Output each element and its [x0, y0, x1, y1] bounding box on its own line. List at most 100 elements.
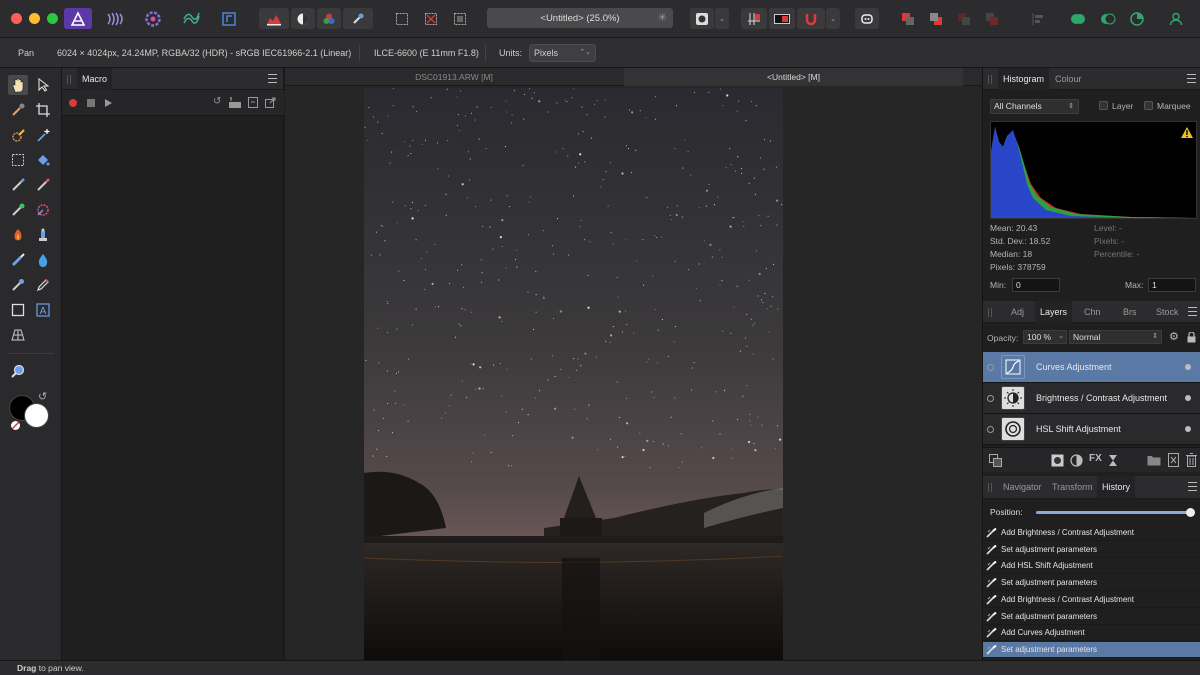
history-item[interactable]: Set adjustment parameters [983, 575, 1200, 592]
tab-colour[interactable]: Colour [1050, 68, 1087, 90]
panel-grip-icon[interactable] [988, 308, 992, 317]
layer-row[interactable]: HSL Shift Adjustment [983, 414, 1200, 445]
add-to-library-icon[interactable] [229, 97, 241, 108]
pixel-tool-icon[interactable] [33, 175, 53, 195]
panel-menu-icon[interactable] [1188, 307, 1197, 316]
account-icon[interactable] [1165, 8, 1187, 29]
panel-grip-icon[interactable] [988, 483, 992, 492]
no-colour-icon[interactable] [11, 421, 20, 430]
position-slider-track[interactable] [1036, 508, 1195, 517]
play-icon[interactable] [104, 98, 113, 108]
opacity-input[interactable]: 100 % ⌄ [1023, 330, 1067, 344]
arrange-forward-icon[interactable] [953, 8, 975, 29]
max-input[interactable]: 1 [1148, 278, 1196, 292]
zoom-window-button[interactable] [47, 13, 58, 24]
pen-tool-icon[interactable] [33, 275, 53, 295]
layer-visibility-icon[interactable] [987, 395, 994, 402]
split-view-icon[interactable] [769, 8, 795, 29]
move-tool-icon[interactable] [33, 75, 53, 95]
trash-icon[interactable] [1186, 453, 1197, 467]
arrange-back-icon[interactable] [897, 8, 919, 29]
history-item[interactable]: Add HSL Shift Adjustment [983, 558, 1200, 575]
selection-brush-tool-icon[interactable] [8, 125, 28, 145]
tab-adj[interactable]: Adj [1006, 301, 1029, 323]
dodge-tool-icon[interactable] [8, 200, 28, 220]
auto-colours-icon[interactable] [317, 8, 341, 29]
liquify-persona-icon[interactable] [102, 8, 128, 29]
panel-menu-icon[interactable] [1187, 74, 1196, 83]
smudge-tool-icon[interactable] [8, 250, 28, 270]
history-item[interactable]: Set adjustment parameters [983, 542, 1200, 558]
layer-visibility-icon[interactable] [987, 426, 994, 433]
secondary-colour-swatch[interactable] [24, 403, 49, 428]
pan-tool-icon[interactable] [8, 75, 28, 95]
layer-visibility-icon[interactable] [987, 364, 994, 371]
add-pixel-layer-icon[interactable] [1168, 453, 1179, 467]
units-select[interactable]: Pixels [529, 44, 596, 62]
tab-navigator[interactable]: Navigator [998, 476, 1047, 498]
photo-persona-icon[interactable] [64, 8, 92, 29]
quick-mask-dropdown-icon[interactable]: ⌄ [715, 8, 729, 29]
snapping-magnet-icon[interactable] [797, 8, 825, 29]
grid-red-icon[interactable] [741, 8, 767, 29]
gear-icon[interactable]: ⚙ [1169, 330, 1179, 343]
arrange-front-icon[interactable] [981, 8, 1003, 29]
photo-canvas[interactable] [364, 88, 783, 660]
arrange-backward-icon[interactable] [925, 8, 947, 29]
blend-mode-select[interactable]: Normal ⇕ [1069, 330, 1162, 344]
boolean-intersect-icon[interactable] [1126, 8, 1148, 29]
history-item[interactable]: Set adjustment parameters [983, 609, 1200, 625]
history-item[interactable]: Add Brightness / Contrast Adjustment [983, 592, 1200, 608]
record-icon[interactable] [69, 99, 77, 107]
lock-icon[interactable] [1187, 332, 1196, 343]
undo-icon[interactable]: ↺ [213, 96, 221, 107]
history-item[interactable]: Set adjustment parameters [983, 641, 1200, 658]
deselect-icon[interactable] [420, 8, 442, 29]
flood-fill-tool-icon[interactable] [33, 150, 53, 170]
zoom-tool-icon[interactable] [8, 361, 28, 381]
position-slider-knob[interactable] [1186, 508, 1195, 517]
mesh-warp-tool-icon[interactable] [8, 275, 28, 295]
assistant-icon[interactable] [855, 8, 879, 29]
document-tab-active[interactable]: <Untitled> [M] [624, 68, 963, 86]
export-macro-icon[interactable] [248, 97, 258, 108]
auto-levels-icon[interactable] [259, 8, 289, 29]
develop-persona-icon[interactable] [140, 8, 166, 29]
blur-tool-icon[interactable] [33, 250, 53, 270]
panel-grip-icon[interactable] [67, 75, 71, 84]
panel-grip-icon[interactable] [988, 75, 992, 84]
auto-contrast-icon[interactable] [291, 8, 315, 29]
layer-checkbox[interactable] [1099, 101, 1108, 110]
tab-chn[interactable]: Chn [1079, 301, 1106, 323]
blemish-tool-icon[interactable] [33, 200, 53, 220]
star-icon[interactable]: ✳ [658, 11, 667, 24]
group-folder-icon[interactable] [1147, 454, 1161, 466]
layer-visible-dot[interactable] [1185, 426, 1191, 432]
rectangle-tool-icon[interactable] [8, 300, 28, 320]
stop-icon[interactable] [87, 99, 95, 107]
marquee-checkbox[interactable] [1144, 101, 1153, 110]
snapping-dropdown-icon[interactable]: ⌄ [826, 8, 840, 29]
adjustments-icon[interactable] [1070, 454, 1083, 467]
boolean-add-icon[interactable] [1067, 8, 1089, 29]
min-input[interactable]: 0 [1012, 278, 1060, 292]
align-icon[interactable] [1027, 8, 1049, 29]
minimize-window-button[interactable] [29, 13, 40, 24]
layer-options-icon[interactable] [989, 454, 1002, 467]
tab-stock[interactable]: Stock [1151, 301, 1184, 323]
tab-layers[interactable]: Layers [1035, 301, 1073, 323]
history-item[interactable]: Add Curves Adjustment [983, 625, 1200, 642]
layer-row[interactable]: Curves Adjustment [983, 352, 1200, 383]
tab-history[interactable]: History [1097, 476, 1136, 498]
swap-colours-icon[interactable]: ↺ [38, 390, 47, 403]
live-filters-icon[interactable]: FX [1089, 453, 1102, 464]
channel-select[interactable]: All Channels ⇕ [990, 99, 1079, 114]
panel-menu-icon[interactable] [268, 74, 277, 83]
clone-tool-icon[interactable] [33, 225, 53, 245]
flood-select-tool-icon[interactable] [33, 125, 53, 145]
quick-mask-icon[interactable] [690, 8, 714, 29]
layer-row[interactable]: Brightness / Contrast Adjustment [983, 383, 1200, 414]
close-window-button[interactable] [11, 13, 22, 24]
canvas-area[interactable]: DSC01913.ARW [M] <Untitled> [M] [285, 68, 982, 660]
invert-selection-icon[interactable] [449, 8, 471, 29]
